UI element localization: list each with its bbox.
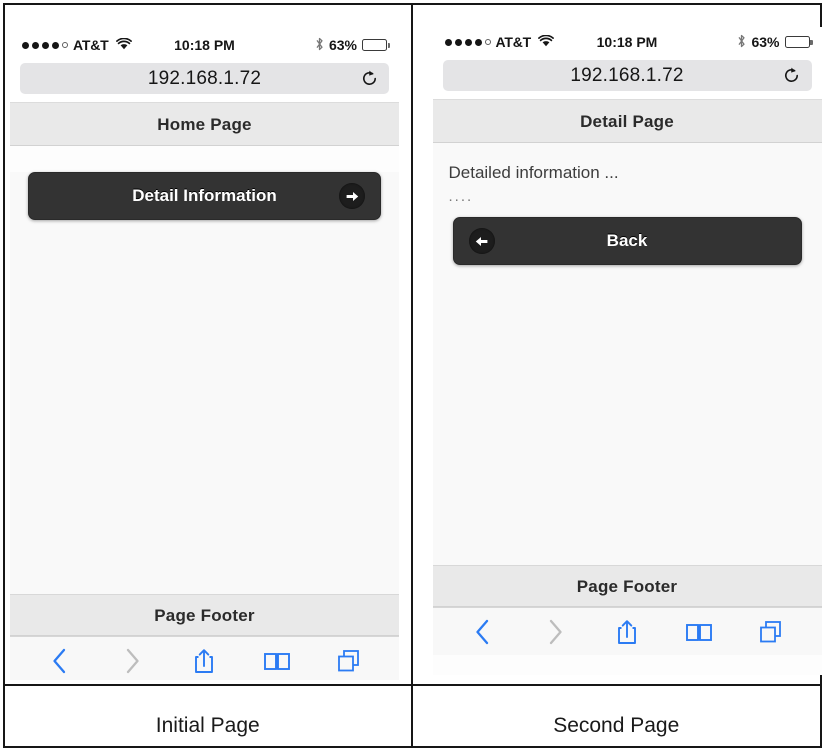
- reload-icon[interactable]: [359, 69, 379, 89]
- bluetooth-icon: [315, 37, 324, 54]
- status-bar-left: AT&T: [22, 37, 132, 53]
- share-icon[interactable]: [182, 641, 226, 681]
- reload-icon[interactable]: [782, 66, 802, 86]
- battery-icon: [362, 39, 390, 51]
- bluetooth-icon: [737, 34, 746, 51]
- screenshot-cell-initial-page: AT&T 10:18 PM 63% 192.168.1.72 Home Page…: [5, 5, 413, 684]
- phone-screen-detail: AT&T 10:18 PM 63% 192.168.1.72 Detail Pa…: [432, 27, 822, 675]
- caption-second-page: Second Page: [553, 714, 680, 737]
- back-icon[interactable]: [38, 641, 82, 681]
- carrier-label: AT&T: [495, 34, 532, 50]
- bookmarks-icon[interactable]: [255, 641, 299, 681]
- page-content-detail: Detailed information ... .... Back: [432, 143, 822, 565]
- signal-strength-icon: [22, 41, 68, 49]
- bookmarks-icon[interactable]: [677, 612, 721, 652]
- page-footer-home: Page Footer: [10, 594, 399, 636]
- browser-toolbar-detail: [432, 607, 822, 655]
- battery-icon: [784, 36, 813, 48]
- detail-information-button[interactable]: Detail Information: [28, 172, 381, 220]
- figure-frame: AT&T 10:18 PM 63% 192.168.1.72 Home Page…: [3, 3, 822, 748]
- page-footer-detail: Page Footer: [432, 565, 822, 607]
- captions-row: Initial Page Second Page: [5, 684, 820, 746]
- status-bar-detail: AT&T 10:18 PM 63%: [432, 27, 822, 57]
- detail-information-button-label: Detail Information: [132, 186, 277, 205]
- url-bar-detail[interactable]: 192.168.1.72: [442, 60, 812, 91]
- url-bar-container-detail: 192.168.1.72: [432, 57, 822, 99]
- url-text-home: 192.168.1.72: [147, 67, 262, 89]
- arrow-left-icon: [468, 228, 495, 255]
- share-icon[interactable]: [605, 612, 649, 652]
- battery-percent-label: 63%: [328, 37, 357, 53]
- back-button[interactable]: Back: [452, 217, 802, 266]
- detail-body-line-2: ....: [448, 187, 474, 205]
- figure-two-phone-screenshots: AT&T 10:18 PM 63% 192.168.1.72 Home Page…: [0, 0, 825, 751]
- status-bar-right: 63%: [737, 34, 813, 51]
- carrier-label: AT&T: [73, 37, 109, 53]
- status-bar-left: AT&T: [444, 34, 555, 50]
- caption-initial-page: Initial Page: [5, 686, 413, 746]
- signal-strength-icon: [444, 38, 491, 46]
- page-header-home: Home Page: [10, 102, 399, 146]
- page-header-detail: Detail Page: [432, 99, 822, 143]
- status-bar-home: AT&T 10:18 PM 63%: [10, 30, 399, 60]
- tabs-icon[interactable]: [327, 641, 371, 681]
- back-button-label: Back: [606, 231, 648, 251]
- page-content-home: Detail Information: [10, 172, 399, 594]
- wifi-icon: [538, 34, 554, 50]
- phone-screen-home: AT&T 10:18 PM 63% 192.168.1.72 Home Page…: [10, 30, 399, 680]
- url-bar-container-home: 192.168.1.72: [10, 60, 399, 102]
- arrow-right-icon: [339, 183, 365, 209]
- battery-percent-label: 63%: [751, 34, 780, 50]
- browser-toolbar-home: [10, 636, 399, 680]
- wifi-icon: [115, 37, 132, 53]
- screenshots-row: AT&T 10:18 PM 63% 192.168.1.72 Home Page…: [5, 5, 822, 684]
- tabs-icon[interactable]: [749, 612, 793, 652]
- forward-icon: [110, 641, 154, 681]
- forward-icon: [533, 612, 577, 652]
- detail-body-line-1: Detailed information ...: [448, 163, 619, 182]
- status-bar-right: 63%: [315, 37, 390, 54]
- back-icon[interactable]: [461, 612, 505, 652]
- url-bar-home[interactable]: 192.168.1.72: [20, 63, 389, 94]
- url-text-detail: 192.168.1.72: [570, 64, 684, 86]
- screenshot-cell-second-page: AT&T 10:18 PM 63% 192.168.1.72 Detail Pa…: [413, 5, 822, 684]
